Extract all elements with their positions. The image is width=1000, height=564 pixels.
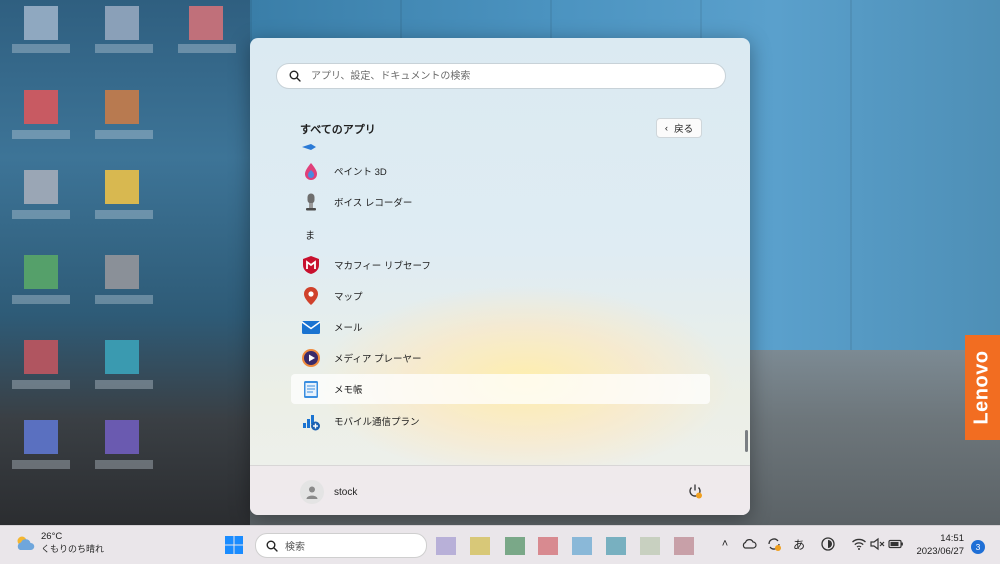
ime-indicator[interactable]: あ (791, 536, 807, 552)
lenovo-logo-text: Lenovo (971, 350, 993, 425)
chevron-left-icon: ‹ (664, 122, 669, 134)
taskbar-app-icon[interactable] (538, 537, 558, 555)
taskbar-app-icon[interactable] (436, 537, 456, 555)
app-item-mobile-plans[interactable]: モバイル通信プラン (291, 406, 710, 436)
start-menu: すべてのアプリ ‹ 戻る ペイント 3D ボイス レコーダー ま (250, 38, 750, 515)
sync-icon[interactable] (766, 536, 782, 552)
app-label: メール (334, 323, 363, 334)
taskbar-app-icon[interactable] (505, 537, 525, 555)
system-clock[interactable]: 14:51 2023/06/27 (910, 532, 964, 558)
notepad-icon (304, 381, 318, 398)
app-item-mcafee[interactable]: マカフィー リブセーフ (291, 250, 710, 280)
taskbar-app-icon[interactable] (470, 537, 490, 555)
desktop-icon-label (95, 130, 153, 139)
taskbar-app-icon[interactable] (572, 537, 592, 555)
desktop-icon-label (95, 295, 153, 304)
wifi-icon[interactable] (851, 536, 867, 552)
app-item-paint-3d[interactable]: ペイント 3D (291, 156, 710, 186)
back-button[interactable]: ‹ 戻る (656, 118, 702, 138)
user-account-button[interactable]: stock (300, 480, 357, 504)
app-label: ペイント 3D (334, 167, 387, 178)
search-icon (266, 540, 278, 552)
app-item-mail[interactable]: メール (291, 312, 710, 342)
maps-icon (304, 287, 318, 305)
taskbar-app-icon[interactable] (606, 537, 626, 555)
clock-date: 2023/06/27 (916, 546, 964, 557)
desktop-icon-label (95, 44, 153, 53)
all-apps-title: すべてのアプリ (300, 124, 376, 136)
lenovo-logo: Lenovo (965, 335, 1000, 440)
all-apps-list: ペイント 3D ボイス レコーダー ま マカフィー リブセーフ マップ メール … (250, 142, 750, 442)
desktop-icon[interactable] (24, 6, 58, 40)
desktop-icon[interactable] (105, 255, 139, 289)
focus-assist-icon[interactable] (820, 536, 836, 552)
desktop-icon[interactable] (24, 255, 58, 289)
partial-app-icon (302, 144, 316, 150)
weather-condition: くもりのち晴れ (41, 544, 105, 554)
start-search-box[interactable] (276, 63, 726, 89)
mail-icon (301, 321, 321, 334)
app-item-media-player[interactable]: メディア プレーヤー (291, 343, 710, 373)
weather-widget[interactable]: 26°C くもりのち晴れ (14, 531, 104, 555)
desktop-icon-label (95, 210, 153, 219)
clock-time: 14:51 (940, 533, 964, 544)
desktop-icon[interactable] (105, 340, 139, 374)
notification-badge[interactable]: 3 (971, 540, 985, 554)
desktop-icon[interactable] (105, 90, 139, 124)
desktop-icon[interactable] (105, 6, 139, 40)
app-item-voice-recorder[interactable]: ボイス レコーダー (291, 187, 710, 217)
media-player-icon (302, 349, 320, 367)
onedrive-icon[interactable] (741, 536, 757, 552)
desktop-icon-label (12, 130, 70, 139)
start-menu-footer: stock (250, 465, 750, 515)
partly-cloudy-icon (17, 536, 35, 550)
taskbar-search[interactable]: 検索 (255, 533, 427, 558)
chevron-up-icon[interactable]: ˄ (717, 536, 733, 552)
start-search-input[interactable] (309, 69, 693, 83)
desktop-icon-label (12, 460, 70, 469)
desktop-icon[interactable] (24, 90, 58, 124)
app-label: ボイス レコーダー (334, 198, 413, 209)
desktop-icon-label (95, 380, 153, 389)
app-item-maps[interactable]: マップ (291, 281, 710, 311)
app-label: マップ (334, 292, 363, 303)
power-icon[interactable] (687, 483, 703, 499)
desktop-icon-label (95, 460, 153, 469)
app-item-notepad[interactable]: メモ帳 (291, 374, 710, 404)
desktop-icon[interactable] (24, 340, 58, 374)
windows-start-button[interactable] (222, 533, 246, 557)
desktop-icon-label (12, 295, 70, 304)
desktop-icon[interactable] (105, 170, 139, 204)
taskbar-app-icon[interactable] (640, 537, 660, 555)
paint-3d-icon (305, 163, 317, 180)
desktop-icon-label (178, 44, 236, 53)
back-button-label: 戻る (674, 124, 694, 135)
desktop-icon-label (12, 44, 70, 53)
taskbar-app-icon[interactable] (674, 537, 694, 555)
voice-recorder-icon (306, 193, 316, 211)
mcafee-icon (303, 256, 319, 274)
desktop-icon-label (12, 380, 70, 389)
taskbar: 26°C くもりのち晴れ 検索 ˄ あ 14:51 2023/06/27 3 (0, 525, 1000, 564)
mobile-plans-icon (303, 415, 320, 431)
desktop-icon[interactable] (24, 420, 58, 454)
desktop-icon[interactable] (24, 170, 58, 204)
app-label: メモ帳 (334, 385, 363, 396)
battery-icon[interactable] (888, 536, 904, 552)
user-icon (306, 486, 318, 499)
app-label: マカフィー リブセーフ (334, 261, 431, 272)
desktop-icon[interactable] (189, 6, 223, 40)
avatar (300, 480, 324, 504)
weather-temperature: 26°C (41, 531, 63, 542)
user-name: stock (334, 486, 358, 498)
taskbar-search-label: 検索 (285, 542, 305, 553)
desktop-icon[interactable] (105, 420, 139, 454)
desktop-icon-label (12, 210, 70, 219)
app-label: メディア プレーヤー (334, 354, 422, 365)
letter-header[interactable]: ま (305, 227, 315, 242)
search-icon (289, 70, 301, 82)
speaker-muted-icon[interactable] (869, 536, 885, 552)
apps-scrollbar[interactable] (745, 430, 748, 452)
app-label: モバイル通信プラン (334, 417, 420, 428)
